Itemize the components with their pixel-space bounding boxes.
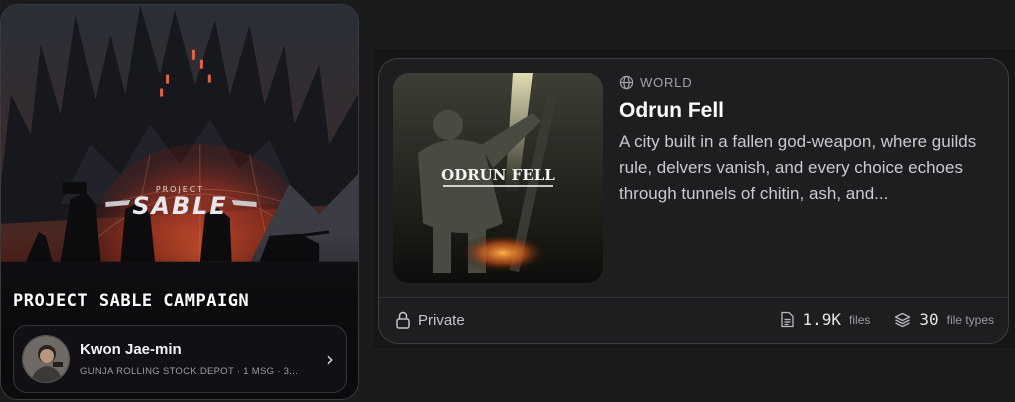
- session-name: Kwon Jae-min: [80, 341, 182, 358]
- card-divider: [379, 297, 1008, 298]
- world-cover-image: ODRUN FELL: [393, 73, 603, 283]
- file-types-label: file types: [946, 312, 994, 327]
- privacy-label: Private: [418, 311, 465, 329]
- campaign-title: PROJECT SABLE CAMPAIGN: [13, 291, 250, 311]
- svg-text:SABLE: SABLE: [132, 192, 227, 220]
- layers-icon: [894, 312, 911, 328]
- files-count: 1.9K: [802, 310, 842, 329]
- campaign-card[interactable]: PROJECT SABLE PROJECT SABLE CAMPAIGN Kwo…: [0, 4, 359, 400]
- world-description: A city built in a fallen god-weapon, whe…: [619, 132, 977, 203]
- session-row[interactable]: Kwon Jae-min GUNJA ROLLING STOCK DEPOT ·…: [13, 325, 347, 393]
- world-type-text: WORLD: [640, 75, 693, 90]
- avatar: [22, 335, 70, 383]
- chevron-right-icon[interactable]: ›: [326, 347, 334, 371]
- files-label: files: [849, 312, 871, 327]
- world-stats: 1.9K files 30 file types: [780, 310, 994, 329]
- session-subtitle: GUNJA ROLLING STOCK DEPOT · 1 MSG · 3...: [80, 366, 299, 377]
- privacy-status: Private: [395, 311, 465, 329]
- globe-icon: [619, 75, 634, 90]
- file-types-count: 30: [919, 310, 939, 329]
- file-icon: [780, 311, 795, 328]
- world-type-label: WORLD: [619, 75, 692, 90]
- world-name[interactable]: Odrun Fell: [619, 99, 724, 123]
- world-card[interactable]: ODRUN FELL WORLD Odrun Fell A city built…: [378, 58, 1009, 344]
- lock-icon: [395, 311, 411, 329]
- svg-text:ODRUN FELL: ODRUN FELL: [441, 166, 555, 184]
